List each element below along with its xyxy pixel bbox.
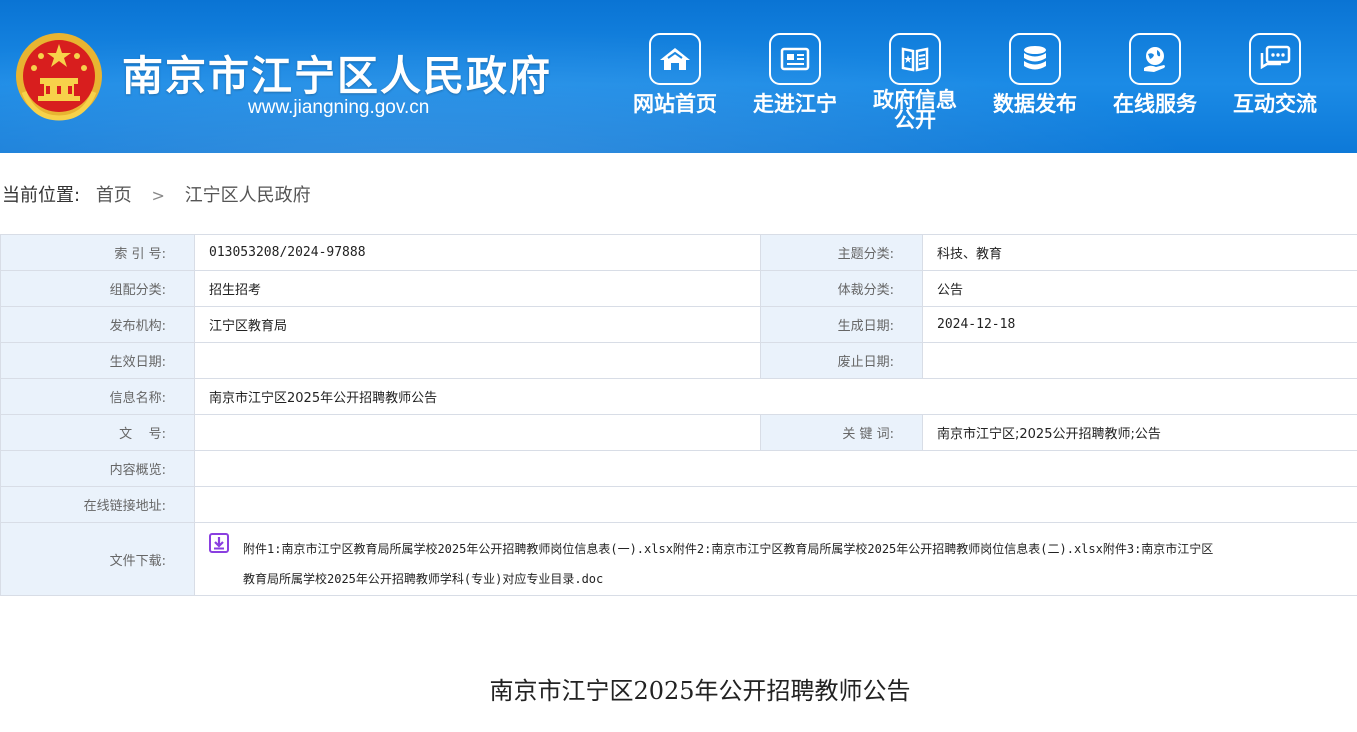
site-url: www.jiangning.gov.cn (248, 97, 430, 118)
table-row: 文 号: 关 键 词: 南京市江宁区;2025公开招聘教师;公告 (0, 414, 1357, 451)
keywords-value: 南京市江宁区;2025公开招聘教师;公告 (922, 414, 1357, 451)
table-row: 索 引 号: 013053208/2024-97888 主题分类: 科技、教育 (0, 234, 1357, 271)
download-cell: 附件1:南京市江宁区教育局所属学校2025年公开招聘教师岗位信息表(一).xls… (194, 522, 1357, 596)
summary-value (194, 450, 1357, 487)
effective-date-label: 生效日期: (0, 342, 195, 379)
table-row: 生效日期: 废止日期: (0, 342, 1357, 379)
home-icon (649, 33, 701, 85)
nav-item-services[interactable]: 在线服务 (1095, 33, 1215, 115)
doc-number-label: 文 号: (0, 414, 195, 451)
breadcrumb: 当前位置: 首页 > 江宁区人民政府 (2, 181, 311, 207)
chevron-right-icon: > (151, 186, 165, 205)
info-name-label: 信息名称: (0, 378, 195, 415)
nav-label-gov-info-line2: 公开 (894, 108, 936, 132)
topic-value: 科技、教育 (922, 234, 1357, 271)
keywords-label: 关 键 词: (760, 414, 923, 451)
breadcrumb-gov-link[interactable]: 江宁区人民政府 (185, 185, 311, 206)
attachment-links-continued[interactable]: 教育局所属学校2025年公开招聘教师学科(专业)对应专业目录.doc (243, 568, 603, 590)
index-label: 索 引 号: (0, 234, 195, 271)
table-row: 内容概览: (0, 450, 1357, 487)
nav-item-home[interactable]: 网站首页 (615, 33, 735, 115)
table-row: 信息名称: 南京市江宁区2025年公开招聘教师公告 (0, 378, 1357, 415)
nav-label-gov-info: 政府信息 公开 (855, 88, 975, 132)
nav-label-about: 走进江宁 (753, 92, 837, 116)
nav-item-about[interactable]: 走进江宁 (735, 33, 855, 115)
database-icon (1009, 33, 1061, 85)
nav-label-data: 数据发布 (993, 92, 1077, 116)
globe-hand-icon (1129, 33, 1181, 85)
breadcrumb-label: 当前位置: (2, 185, 81, 206)
nav-label-gov-info-line1: 政府信息 (873, 88, 957, 112)
index-value: 013053208/2024-97888 (194, 234, 761, 271)
attachment-links[interactable]: 附件1:南京市江宁区教育局所属学校2025年公开招聘教师岗位信息表(一).xls… (243, 531, 1357, 568)
site-title[interactable]: 南京市江宁区人民政府 (122, 42, 552, 102)
info-name-value: 南京市江宁区2025年公开招聘教师公告 (194, 378, 1357, 415)
nav-item-gov-info[interactable]: 政府信息 公开 (855, 33, 975, 132)
nav-label-services: 在线服务 (1113, 92, 1197, 116)
created-date-value: 2024-12-18 (922, 306, 1357, 343)
effective-date-value (194, 342, 761, 379)
newspaper-icon (769, 33, 821, 85)
org-category-label: 组配分类: (0, 270, 195, 307)
abolished-date-label: 废止日期: (760, 342, 923, 379)
abolished-date-value (922, 342, 1357, 379)
topic-label: 主题分类: (760, 234, 923, 271)
article-title: 南京市江宁区2025年公开招聘教师公告 (489, 677, 911, 705)
breadcrumb-home-link[interactable]: 首页 (96, 185, 132, 206)
download-icon[interactable] (209, 533, 229, 553)
national-emblem-icon (16, 33, 102, 121)
nav-label-home: 网站首页 (633, 92, 717, 116)
publisher-label: 发布机构: (0, 306, 195, 343)
genre-label: 体裁分类: (760, 270, 923, 307)
online-link-label: 在线链接地址: (0, 486, 195, 523)
summary-label: 内容概览: (0, 450, 195, 487)
chat-icon (1249, 33, 1301, 85)
genre-value: 公告 (922, 270, 1357, 307)
table-row: 组配分类: 招生招考 体裁分类: 公告 (0, 270, 1357, 307)
nav-item-data[interactable]: 数据发布 (975, 33, 1095, 115)
table-row: 文件下载: 附件1:南京市江宁区教育局所属学校2025年公开招聘教师岗位信息表(… (0, 522, 1357, 596)
download-label: 文件下载: (0, 522, 195, 596)
online-link-value[interactable] (194, 486, 1357, 523)
doc-number-value (194, 414, 761, 451)
org-category-value: 招生招考 (194, 270, 761, 307)
created-date-label: 生成日期: (760, 306, 923, 343)
table-row: 在线链接地址: (0, 486, 1357, 523)
nav-item-interaction[interactable]: 互动交流 (1215, 33, 1335, 115)
publisher-value: 江宁区教育局 (194, 306, 761, 343)
table-row: 发布机构: 江宁区教育局 生成日期: 2024-12-18 (0, 306, 1357, 343)
info-table: 索 引 号: 013053208/2024-97888 主题分类: 科技、教育 … (0, 234, 1357, 596)
nav-label-interaction: 互动交流 (1233, 92, 1317, 116)
book-icon (889, 33, 941, 85)
site-header: 南京市江宁区人民政府 www.jiangning.gov.cn 网站首页 走进江… (0, 0, 1357, 153)
